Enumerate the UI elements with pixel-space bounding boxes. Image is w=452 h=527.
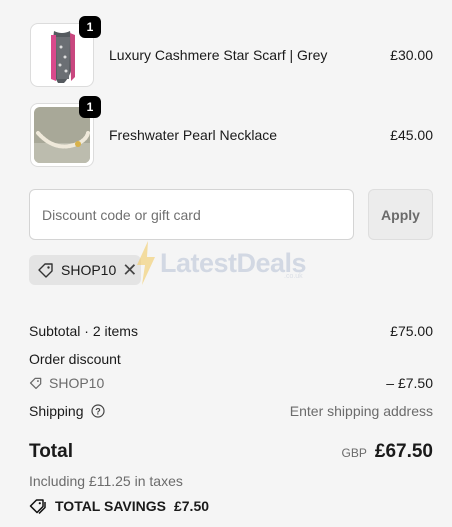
subtotal-row: Subtotal · 2 items £75.00 [29, 323, 433, 339]
line-item: 1 Luxury Cashmere Star Scarf | Grey £30.… [30, 16, 433, 87]
discount-value: – £7.50 [386, 375, 433, 391]
svg-text:?: ? [95, 406, 101, 416]
quantity-badge: 1 [79, 16, 101, 38]
product-price: £45.00 [390, 127, 433, 143]
discount-code-row: SHOP10 – £7.50 [29, 375, 433, 391]
discount-code-input[interactable] [29, 189, 354, 240]
subtotal-label: Subtotal · 2 items [29, 323, 138, 339]
applied-code-label: SHOP10 [61, 262, 117, 278]
line-item: 1 Freshwater Pearl Necklace £45.00 [30, 96, 433, 167]
discount-form: Apply [29, 189, 433, 240]
watermark-logo: LatestDeals .co.uk [134, 238, 334, 288]
shipping-value: Enter shipping address [289, 403, 433, 419]
discount-code-label: SHOP10 [49, 375, 105, 391]
product-price: £30.00 [390, 47, 433, 63]
order-discount-row: Order discount [29, 351, 433, 367]
currency-code: GBP [341, 446, 367, 460]
quantity-badge: 1 [79, 96, 101, 118]
product-thumbnail: 1 [30, 16, 101, 87]
subtotal-value: £75.00 [390, 323, 433, 339]
tag-icon [29, 376, 43, 390]
shipping-row: Shipping ? Enter shipping address [29, 403, 433, 419]
tags-icon [29, 497, 47, 515]
remove-code-icon[interactable]: ✕ [122, 261, 137, 279]
tax-note: Including £11.25 in taxes [29, 473, 433, 489]
watermark-brand: LatestDeals [160, 247, 307, 278]
shipping-label: Shipping [29, 403, 84, 419]
tag-icon [37, 261, 55, 279]
applied-discount-chip: SHOP10 ✕ [29, 255, 141, 285]
order-discount-label: Order discount [29, 351, 121, 367]
product-thumbnail: 1 [30, 96, 101, 167]
total-value: £67.50 [374, 441, 433, 462]
total-row: Total GBP £67.50 [29, 441, 433, 463]
product-name: Luxury Cashmere Star Scarf | Grey [109, 47, 328, 63]
savings-value: £7.50 [173, 498, 210, 514]
watermark-sub: .co.uk [284, 273, 303, 280]
help-icon[interactable]: ? [90, 404, 105, 418]
savings-label: TOTAL SAVINGS [55, 498, 166, 514]
tax-note-text: Including £11.25 in taxes [29, 473, 183, 489]
apply-button[interactable]: Apply [368, 189, 433, 240]
total-savings: TOTAL SAVINGS £7.50 [29, 497, 209, 515]
product-name: Freshwater Pearl Necklace [109, 127, 278, 143]
total-label: Total [29, 441, 73, 462]
